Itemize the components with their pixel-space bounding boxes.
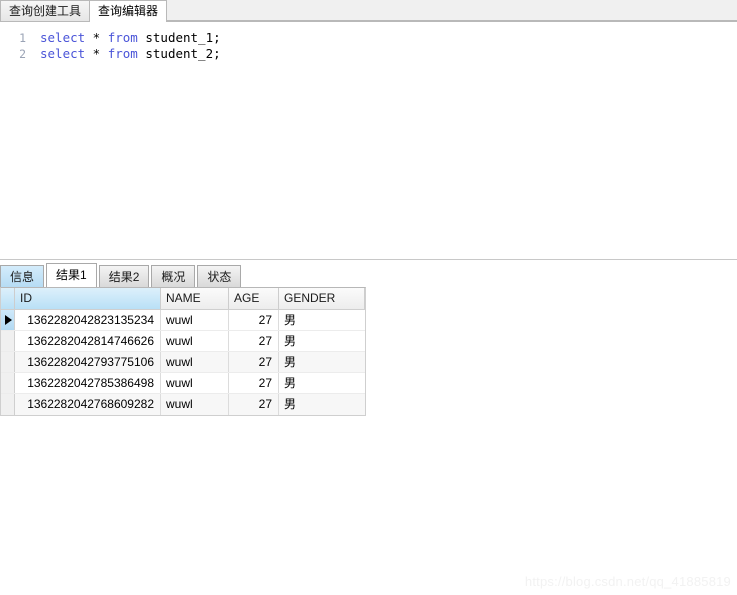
- result-tab-status[interactable]: 状态: [197, 265, 242, 287]
- cell-age[interactable]: 27: [229, 352, 279, 372]
- table-row[interactable]: 1362282042768609282 wuwl 27 男: [1, 394, 365, 415]
- tab-query-editor[interactable]: 查询编辑器: [89, 0, 168, 22]
- cell-gender[interactable]: 男: [279, 394, 365, 415]
- cell-age[interactable]: 27: [229, 331, 279, 351]
- row-selector[interactable]: [1, 373, 15, 393]
- cell-id[interactable]: 1362282042793775106: [15, 352, 161, 372]
- tab-bar-filler: [167, 0, 737, 21]
- sql-keyword-from: from: [107, 30, 138, 45]
- cell-name[interactable]: wuwl: [161, 394, 229, 415]
- column-header-name[interactable]: NAME: [161, 288, 229, 309]
- result-grid[interactable]: ID NAME AGE GENDER 1362282042823135234 w…: [0, 287, 366, 416]
- cell-age[interactable]: 27: [229, 394, 279, 415]
- line-number: 2: [19, 47, 26, 61]
- code-line: 2 select * from student_2;: [0, 46, 737, 62]
- cell-age[interactable]: 27: [229, 373, 279, 393]
- current-row-arrow-icon: [5, 315, 12, 325]
- grid-corner-cell: [1, 288, 15, 309]
- cell-name[interactable]: wuwl: [161, 352, 229, 372]
- sql-editor[interactable]: 1 select * from student_1; 2 select * fr…: [0, 22, 737, 259]
- sql-keyword-select: select: [40, 30, 86, 45]
- cell-id[interactable]: 1362282042823135234: [15, 310, 161, 330]
- table-row[interactable]: 1362282042793775106 wuwl 27 男: [1, 352, 365, 373]
- cell-id[interactable]: 1362282042785386498: [15, 373, 161, 393]
- code-line: 1 select * from student_1;: [0, 30, 737, 46]
- tab-query-builder[interactable]: 查询创建工具: [0, 0, 91, 21]
- cell-name[interactable]: wuwl: [161, 373, 229, 393]
- code-content: select * from student_1;: [34, 30, 221, 46]
- results-pane: 信息 结果1 结果2 概况 状态 ID NAME AGE GENDER 1362…: [0, 260, 737, 595]
- sql-star: *: [85, 46, 108, 61]
- sql-semicolon: ;: [213, 46, 221, 61]
- sql-keyword-select: select: [40, 46, 86, 61]
- sql-table-name: student_2: [137, 46, 214, 61]
- table-row[interactable]: 1362282042823135234 wuwl 27 男: [1, 310, 365, 331]
- sql-keyword-from: from: [107, 46, 138, 61]
- result-tab-result2[interactable]: 结果2: [98, 265, 150, 287]
- cell-age[interactable]: 27: [229, 310, 279, 330]
- cell-gender[interactable]: 男: [279, 373, 365, 393]
- result-tab-bar: 信息 结果1 结果2 概况 状态: [0, 262, 243, 287]
- sql-semicolon: ;: [213, 30, 221, 45]
- grid-header-row: ID NAME AGE GENDER: [1, 288, 365, 310]
- line-number: 1: [19, 31, 26, 45]
- cell-name[interactable]: wuwl: [161, 331, 229, 351]
- table-row[interactable]: 1362282042814746626 wuwl 27 男: [1, 331, 365, 352]
- result-tab-profile[interactable]: 概况: [151, 265, 196, 287]
- cell-gender[interactable]: 男: [279, 310, 365, 330]
- cell-name[interactable]: wuwl: [161, 310, 229, 330]
- cell-gender[interactable]: 男: [279, 352, 365, 372]
- column-header-id[interactable]: ID: [15, 288, 161, 309]
- column-header-gender[interactable]: GENDER: [279, 288, 365, 309]
- result-tab-info[interactable]: 信息: [0, 265, 45, 287]
- code-content: select * from student_2;: [34, 46, 221, 62]
- row-selector[interactable]: [1, 331, 15, 351]
- cell-id[interactable]: 1362282042768609282: [15, 394, 161, 415]
- column-header-age[interactable]: AGE: [229, 288, 279, 309]
- watermark-text: https://blog.csdn.net/qq_41885819: [524, 574, 731, 589]
- cell-id[interactable]: 1362282042814746626: [15, 331, 161, 351]
- cell-gender[interactable]: 男: [279, 331, 365, 351]
- table-row[interactable]: 1362282042785386498 wuwl 27 男: [1, 373, 365, 394]
- row-selector[interactable]: [1, 310, 15, 330]
- sql-star: *: [85, 30, 108, 45]
- result-tab-result1[interactable]: 结果1: [46, 263, 97, 287]
- sql-table-name: student_1: [137, 30, 214, 45]
- editor-tab-bar: 查询创建工具 查询编辑器: [0, 0, 737, 22]
- row-selector[interactable]: [1, 352, 15, 372]
- row-selector[interactable]: [1, 394, 15, 415]
